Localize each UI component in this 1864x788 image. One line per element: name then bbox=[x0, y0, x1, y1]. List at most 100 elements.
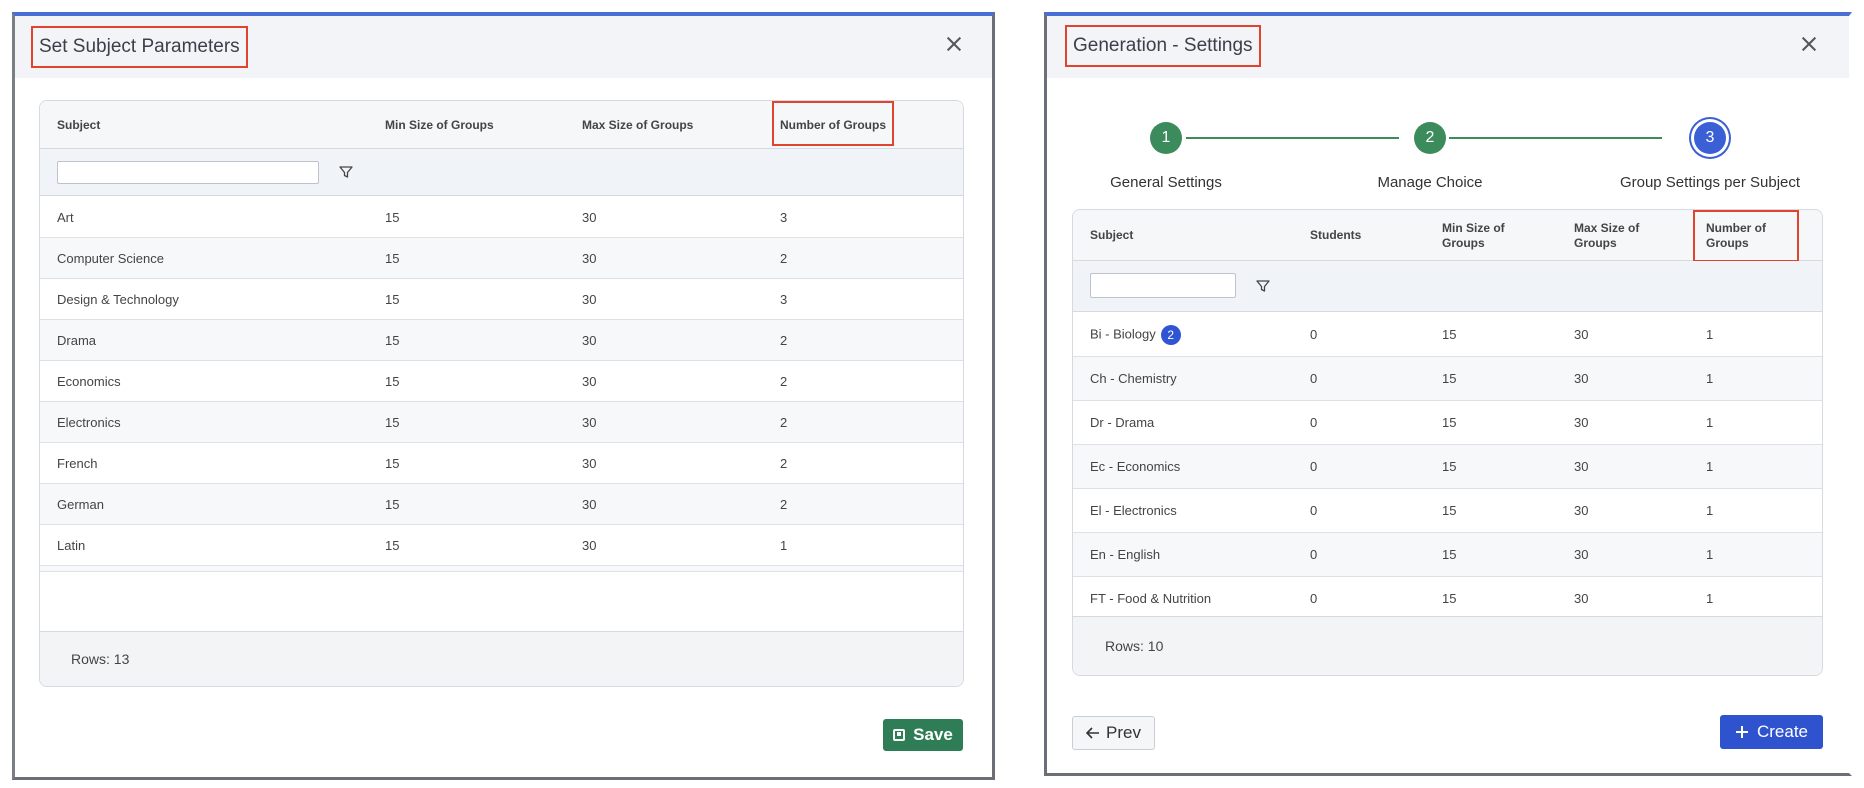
column-header-min-size[interactable]: Min Size of Groups bbox=[1442, 221, 1522, 251]
subject-filter-input[interactable] bbox=[1090, 273, 1236, 298]
cell-min-size-text: 15 bbox=[1442, 371, 1457, 386]
table-row[interactable]: En - English 0 15 30 1 bbox=[1073, 533, 1822, 577]
generation-settings-dialog: Generation - Settings 1 2 3 General Sett… bbox=[1044, 12, 1852, 776]
table-row[interactable]: German 15 30 2 bbox=[40, 484, 963, 525]
cell-number-of-groups: 1 bbox=[1706, 459, 1713, 474]
cell-students: 0 bbox=[1310, 503, 1317, 518]
cell-max-size: 30 bbox=[582, 251, 597, 266]
cell-min-size: 15 bbox=[385, 292, 400, 307]
filter-icon[interactable] bbox=[339, 165, 353, 179]
cell-students-text: 0 bbox=[1310, 547, 1318, 562]
step-connector bbox=[1449, 137, 1662, 139]
cell-subject: Electronics bbox=[57, 415, 121, 430]
grid-footer: Rows: 13 bbox=[40, 631, 963, 686]
column-header-max-size[interactable]: Max Size of Groups bbox=[1574, 221, 1654, 251]
create-button[interactable]: Create bbox=[1720, 715, 1823, 749]
cell-number-of-groups-text: 1 bbox=[1706, 371, 1714, 386]
table-row[interactable]: Mandarin15301 bbox=[40, 566, 963, 572]
create-button-label: Create bbox=[1756, 722, 1809, 741]
cell-min-size: 15 bbox=[1442, 415, 1456, 430]
cell-min-size: 15 bbox=[385, 456, 400, 471]
cell-students: 0 bbox=[1310, 371, 1317, 386]
cell-max-size: 30 bbox=[582, 456, 597, 471]
table-row[interactable]: Ch - Chemistry 0 15 30 1 bbox=[1073, 357, 1822, 401]
group-settings-grid: Subject Students Min Size of Groups Max … bbox=[1072, 209, 1823, 676]
cell-min-size: 15 bbox=[385, 374, 400, 389]
table-row[interactable]: Drama 15 30 2 bbox=[40, 320, 963, 361]
column-header-subject[interactable]: Subject bbox=[57, 118, 100, 133]
cell-min-size: 15 bbox=[1442, 591, 1456, 606]
cell-number-of-groups: 3 bbox=[780, 292, 788, 307]
cell-number-of-groups: 1 bbox=[780, 538, 788, 553]
prev-button[interactable]: Prev bbox=[1072, 716, 1155, 750]
cell-number-of-groups: 2 bbox=[780, 456, 788, 471]
cell-max-size: 30 bbox=[1574, 371, 1588, 386]
cell-number-of-groups: 3 bbox=[780, 210, 788, 225]
step-2-circle[interactable]: 2 bbox=[1414, 122, 1446, 154]
table-row[interactable]: Design & Technology 15 30 3 bbox=[40, 279, 963, 320]
cell-max-size: 30 bbox=[1574, 459, 1588, 474]
save-button[interactable]: Save bbox=[883, 719, 963, 751]
column-header-students[interactable]: Students bbox=[1310, 228, 1361, 243]
table-row[interactable]: Computer Science 15 30 2 bbox=[40, 238, 963, 279]
table-row[interactable]: French 15 30 2 bbox=[40, 443, 963, 484]
cell-number-of-groups: 2 bbox=[780, 415, 788, 430]
dialog-title: Generation - Settings bbox=[1065, 25, 1261, 67]
cell-min-size-text: 15 bbox=[1442, 459, 1457, 474]
subjects-grid: Subject Min Size of Groups Max Size of G… bbox=[39, 100, 964, 687]
cell-subject: French bbox=[57, 456, 98, 471]
step-1-label: General Settings bbox=[1110, 174, 1222, 191]
cell-subject-text: FT - Food & Nutrition bbox=[1090, 591, 1212, 606]
cell-subject-text: Dr - Drama bbox=[1090, 415, 1155, 430]
table-row[interactable]: Economics 15 30 2 bbox=[40, 361, 963, 402]
cell-max-size: 30 bbox=[582, 538, 597, 553]
step-3-circle[interactable]: 3 bbox=[1694, 122, 1726, 154]
dialog-title: Set Subject Parameters bbox=[31, 26, 248, 68]
column-header-subject[interactable]: Subject bbox=[1090, 228, 1133, 243]
cell-subject-text: Bi - Biology bbox=[1090, 326, 1156, 342]
table-row[interactable]: FT - Food & Nutrition 0 15 30 1 bbox=[1073, 577, 1822, 621]
cell-max-size: 30 bbox=[582, 333, 597, 348]
cell-subject-text: Ch - Chemistry bbox=[1090, 371, 1177, 386]
cell-students: 0 bbox=[1310, 459, 1317, 474]
cell-max-size-text: 30 bbox=[1574, 327, 1589, 342]
cell-students-text: 0 bbox=[1310, 327, 1318, 342]
cell-number-of-groups-text: 1 bbox=[1706, 415, 1714, 430]
cell-max-size: 30 bbox=[582, 497, 597, 512]
column-header-max-size[interactable]: Max Size of Groups bbox=[582, 118, 693, 133]
dialog-header: Generation - Settings bbox=[1047, 16, 1849, 78]
cell-min-size-text: 15 bbox=[1442, 591, 1457, 606]
subject-filter-input[interactable] bbox=[57, 161, 319, 184]
cell-min-size: 15 bbox=[385, 538, 400, 553]
cell-number-of-groups: 1 bbox=[1706, 503, 1713, 518]
cell-min-size-text: 15 bbox=[1442, 415, 1457, 430]
filter-icon[interactable] bbox=[1256, 279, 1270, 293]
table-row[interactable]: Art 15 30 3 bbox=[40, 197, 963, 238]
cell-subject: Dr - Drama bbox=[1090, 415, 1154, 430]
table-row[interactable]: Ec - Economics 0 15 30 1 bbox=[1073, 445, 1822, 489]
table-row[interactable]: Dr - Drama 0 15 30 1 bbox=[1073, 401, 1822, 445]
cell-min-size: 15 bbox=[1442, 547, 1456, 562]
rows-count: Rows: 10 bbox=[1105, 638, 1164, 654]
table-row[interactable]: Electronics 15 30 2 bbox=[40, 402, 963, 443]
cell-min-size: 15 bbox=[385, 497, 400, 512]
cell-subject: Design & Technology bbox=[57, 292, 179, 307]
step-1-circle[interactable]: 1 bbox=[1150, 122, 1182, 154]
cell-max-size-text: 30 bbox=[1574, 503, 1589, 518]
cell-number-of-groups: 1 bbox=[1706, 591, 1713, 606]
close-icon[interactable] bbox=[943, 33, 965, 55]
close-icon[interactable] bbox=[1798, 33, 1820, 55]
cell-number-of-groups-text: 1 bbox=[1706, 591, 1714, 606]
cell-subject: Latin bbox=[57, 538, 86, 553]
table-row[interactable]: Bi - Biology 2 0 15 30 1 bbox=[1073, 313, 1822, 357]
table-row[interactable]: Latin 15 30 1 bbox=[40, 525, 963, 566]
cell-min-size: 15 bbox=[1442, 371, 1456, 386]
cell-subject: Drama bbox=[57, 333, 97, 348]
cell-number-of-groups-text: 1 bbox=[1706, 327, 1714, 342]
highlight-box bbox=[772, 101, 894, 146]
filter-row bbox=[40, 149, 963, 196]
table-row[interactable]: El - Electronics 0 15 30 1 bbox=[1073, 489, 1822, 533]
column-header-min-size[interactable]: Min Size of Groups bbox=[385, 118, 494, 133]
cell-subject: El - Electronics bbox=[1090, 503, 1177, 518]
cell-subject-text: Ec - Economics bbox=[1090, 459, 1181, 474]
